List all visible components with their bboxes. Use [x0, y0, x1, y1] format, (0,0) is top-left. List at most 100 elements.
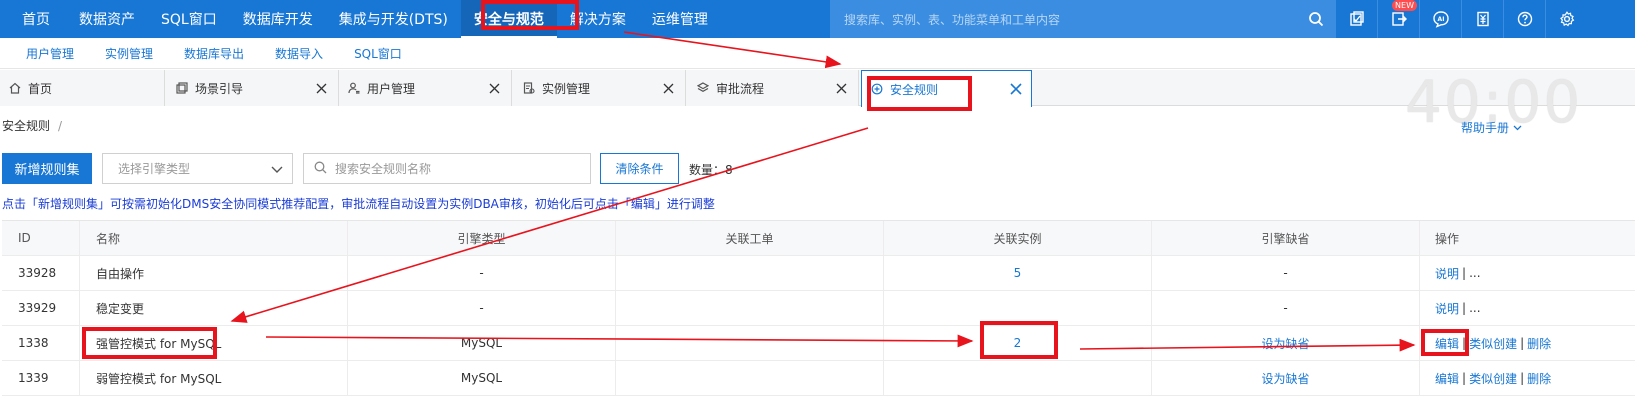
breadcrumb: 安全规则 / — [2, 117, 62, 134]
top-navigation: 首页 数据资产 SQL窗口 数据库开发 集成与开发(DTS) 安全与规范 解决方… — [0, 0, 1635, 38]
col-name: 名称 — [80, 221, 348, 255]
row-instances-link[interactable] — [884, 361, 1152, 395]
close-icon[interactable] — [834, 81, 848, 95]
instance-icon — [522, 81, 536, 95]
row-name: 弱管控模式 for MySQL — [80, 361, 348, 395]
home-icon — [8, 81, 22, 95]
nav-home[interactable]: 首页 — [0, 0, 66, 38]
tab-scene-guide[interactable]: 场景引导 — [165, 70, 339, 106]
clear-conditions-button[interactable]: 清除条件 — [600, 153, 679, 184]
edit-link[interactable]: 编辑 — [1435, 335, 1459, 352]
nav-ops[interactable]: 运维管理 — [639, 0, 721, 38]
row-ticket — [616, 361, 884, 395]
col-related-ticket: 关联工单 — [616, 221, 884, 255]
engine-type-placeholder: 选择引擎类型 — [118, 162, 191, 176]
layers-icon — [696, 81, 710, 95]
row-actions: 编辑 | 类似创建 | 删除 — [1435, 335, 1552, 352]
result-count: 数量：8 — [689, 163, 733, 177]
col-engine-default: 引擎缺省 — [1152, 221, 1420, 255]
set-default-link[interactable]: 设为缺省 — [1152, 361, 1420, 395]
tab-instance-management[interactable]: 实例管理 — [512, 70, 686, 106]
tab-label: 首页 — [28, 81, 53, 96]
explain-link[interactable]: 说明 — [1435, 300, 1459, 317]
tab-user-management[interactable]: 用户管理 — [339, 70, 512, 106]
nav-solutions[interactable]: 解决方案 — [557, 0, 639, 38]
init-notice: 点击「新增规则集」可按需初始化DMS安全协同模式推荐配置，审批流程自动设置为实例… — [2, 197, 715, 211]
col-id: ID — [2, 221, 80, 255]
row-engine: MySQL — [348, 326, 616, 360]
explain-link[interactable]: 说明 — [1435, 265, 1459, 282]
global-search-placeholder: 搜索库、实例、表、功能菜单和工单内容 — [844, 12, 1061, 27]
delete-link[interactable]: 删除 — [1527, 370, 1551, 387]
tab-approval-flow[interactable]: 审批流程 — [686, 70, 859, 106]
subnav-instance-management[interactable]: 实例管理 — [105, 45, 153, 62]
gear-icon[interactable] — [1545, 0, 1587, 38]
row-engine: - — [348, 291, 616, 325]
tab-security-rules[interactable]: 安全规则 — [861, 70, 1032, 107]
nav-data-assets[interactable]: 数据资产 — [66, 0, 148, 38]
nav-sql-window[interactable]: SQL窗口 — [148, 0, 230, 38]
row-id: 33929 — [2, 291, 80, 325]
rule-search-box[interactable] — [303, 153, 591, 184]
col-engine-type: 引擎类型 — [348, 221, 616, 255]
export-icon[interactable]: NEW — [1377, 0, 1419, 38]
clone-link[interactable]: 类似创建 — [1469, 370, 1517, 387]
new-badge: NEW — [1392, 0, 1417, 11]
nav-icon-group: NEW AI — [1335, 0, 1587, 38]
subnav-user-management[interactable]: 用户管理 — [26, 45, 74, 62]
set-default-link[interactable]: 设为缺省 — [1152, 326, 1420, 360]
row-name: 稳定变更 — [80, 291, 348, 325]
table-row: 33929 稳定变更 - - 说明 |... — [2, 291, 1635, 326]
help-manual-label: 帮助手册 — [1461, 121, 1510, 135]
help-circle-icon[interactable] — [1503, 0, 1545, 38]
ai-icon[interactable]: AI — [1419, 0, 1461, 38]
row-default: - — [1152, 256, 1420, 290]
sub-navigation: 用户管理 实例管理 数据库导出 数据导入 SQL窗口 — [0, 38, 1635, 69]
subnav-db-export[interactable]: 数据库导出 — [184, 45, 244, 62]
help-manual-link[interactable]: 帮助手册 — [1461, 119, 1522, 136]
row-id: 1338 — [2, 326, 80, 360]
open-tabs-bar: 首页 场景引导 用户管理 实例管理 审批流程 安全规则 — [0, 70, 1635, 107]
console-icon[interactable] — [1335, 0, 1377, 38]
subnav-sql-window[interactable]: SQL窗口 — [354, 45, 402, 62]
more-actions[interactable]: ... — [1469, 301, 1480, 315]
tab-label: 审批流程 — [716, 81, 765, 96]
svg-text:AI: AI — [1437, 16, 1444, 23]
breadcrumb-separator: / — [58, 119, 63, 133]
chevron-down-icon — [1513, 121, 1522, 135]
row-instances-link[interactable]: 5 — [884, 256, 1152, 290]
close-icon[interactable] — [1009, 82, 1023, 96]
rule-search-input[interactable] — [335, 161, 575, 176]
guide-icon — [175, 81, 189, 95]
close-icon[interactable] — [487, 81, 501, 95]
nav-db-development[interactable]: 数据库开发 — [230, 0, 326, 38]
shield-plus-icon — [870, 82, 884, 96]
engine-type-select[interactable]: 选择引擎类型 — [102, 153, 293, 184]
clone-link[interactable]: 类似创建 — [1469, 335, 1517, 352]
nav-security[interactable]: 安全与规范 — [460, 0, 557, 38]
table-row: 33928 自由操作 - 5 - 说明 |... — [2, 256, 1635, 291]
row-name: 自由操作 — [80, 256, 348, 290]
row-instances-link[interactable] — [884, 291, 1152, 325]
row-instances-link[interactable]: 2 — [884, 326, 1152, 360]
row-ticket — [616, 291, 884, 325]
billing-icon[interactable] — [1461, 0, 1503, 38]
subnav-data-import[interactable]: 数据导入 — [275, 45, 323, 62]
close-icon[interactable] — [661, 81, 675, 95]
global-search[interactable]: 搜索库、实例、表、功能菜单和工单内容 — [830, 0, 1335, 38]
new-ruleset-button[interactable]: 新增规则集 — [2, 153, 92, 184]
close-icon[interactable] — [314, 81, 328, 95]
col-actions: 操作 — [1435, 231, 1460, 246]
delete-link[interactable]: 删除 — [1527, 335, 1551, 352]
tab-home[interactable]: 首页 — [0, 70, 165, 106]
tab-label: 实例管理 — [542, 81, 591, 96]
top-nav-items: 首页 数据资产 SQL窗口 数据库开发 集成与开发(DTS) 安全与规范 解决方… — [0, 0, 721, 38]
search-icon[interactable] — [1297, 0, 1335, 38]
row-actions: 说明 |... — [1435, 300, 1481, 317]
nav-dts[interactable]: 集成与开发(DTS) — [326, 0, 461, 38]
user-icon — [347, 81, 361, 95]
breadcrumb-current: 安全规则 — [2, 119, 51, 133]
tab-label: 场景引导 — [195, 81, 244, 96]
edit-link[interactable]: 编辑 — [1435, 370, 1459, 387]
more-actions[interactable]: ... — [1469, 266, 1480, 280]
